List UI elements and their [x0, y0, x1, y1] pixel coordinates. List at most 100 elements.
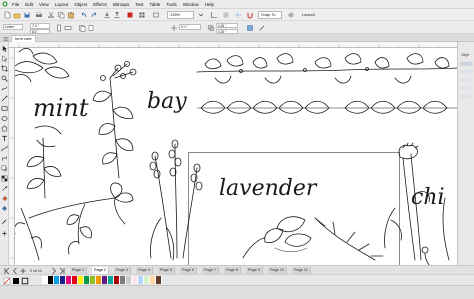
transparency-tool-icon[interactable]: [1, 175, 8, 182]
page-tab-4[interactable]: Page 4: [136, 267, 154, 274]
connector-tool-icon[interactable]: [1, 155, 8, 162]
all-pages-icon[interactable]: [78, 24, 86, 32]
snap-to-dropdown[interactable]: Snap To: [258, 11, 282, 19]
bay-label: bay: [147, 89, 187, 114]
show-rulers-icon[interactable]: [210, 11, 218, 19]
nudge-distance-field[interactable]: 0.1 ": [179, 24, 201, 30]
smart-fill-tool-icon[interactable]: [1, 205, 8, 212]
shape-tool-icon[interactable]: [1, 55, 8, 62]
page-tab-5[interactable]: Page 5: [158, 267, 176, 274]
first-page-icon[interactable]: [3, 267, 10, 275]
paste-icon[interactable]: [67, 11, 75, 19]
menu-window[interactable]: Window: [180, 0, 202, 9]
last-page-icon[interactable]: [58, 267, 65, 275]
parallel-dimension-tool-icon[interactable]: [1, 145, 8, 152]
docker-row[interactable]: [460, 70, 473, 74]
outline-pen-icon[interactable]: [1, 218, 8, 225]
interactive-fill-tool-icon[interactable]: [1, 195, 8, 202]
page-size-select[interactable]: Letter: [3, 24, 23, 30]
publish-pdf-icon[interactable]: [126, 11, 134, 19]
nudge-icon: [170, 24, 177, 31]
print-icon[interactable]: [35, 11, 43, 19]
page-tab-6[interactable]: Page 6: [180, 267, 198, 274]
open-folder-icon[interactable]: [13, 11, 21, 19]
freehand-tool-icon[interactable]: [1, 85, 8, 92]
full-screen-icon[interactable]: [152, 11, 160, 19]
property-bar: Letter 7.0 " 8.5 " Units: inches 0.1 " 0…: [0, 21, 474, 52]
undo-icon[interactable]: [80, 11, 88, 19]
previous-page-icon[interactable]: [11, 267, 17, 275]
next-page-icon[interactable]: [50, 267, 56, 275]
menu-edit[interactable]: Edit: [22, 0, 36, 9]
zoom-level-select[interactable]: 135%: [167, 11, 194, 19]
add-tool-plus-icon[interactable]: [1, 230, 8, 237]
page-tab-2[interactable]: Page 2: [92, 267, 110, 274]
menu-help[interactable]: Help: [202, 0, 217, 9]
crop-tool-icon[interactable]: [1, 65, 8, 72]
page-tab-7[interactable]: Page 7: [202, 267, 220, 274]
export-icon[interactable]: [113, 11, 121, 19]
zoom-dropdown-chevron-down-icon[interactable]: [197, 11, 205, 19]
no-color-icon[interactable]: [3, 277, 11, 285]
menu-bitmaps[interactable]: Bitmaps: [110, 0, 132, 9]
artistic-media-tool-icon[interactable]: [1, 95, 8, 102]
page-tab-3[interactable]: Page 3: [114, 267, 132, 274]
menu-layout[interactable]: Layout: [52, 0, 72, 9]
menu-file[interactable]: File: [9, 0, 22, 9]
tab-menu-icon[interactable]: [2, 35, 9, 41]
page-count: 2 of 11: [30, 268, 42, 273]
import-icon[interactable]: [103, 11, 111, 19]
page-tab-11[interactable]: Page 11: [292, 267, 311, 274]
color-swatch[interactable]: [156, 276, 162, 284]
text-tool-icon[interactable]: [1, 135, 8, 142]
copy-icon[interactable]: [57, 11, 65, 19]
menu-object[interactable]: Object: [71, 0, 90, 9]
zoom-tool-icon[interactable]: [1, 75, 8, 82]
app-launcher-icon[interactable]: [138, 11, 146, 19]
menu-bar: File Edit View Layout Object Effects Bit…: [0, 0, 474, 9]
drop-shadow-tool-icon[interactable]: [1, 165, 8, 172]
garland-stem: [196, 67, 457, 73]
menu-text[interactable]: Text: [132, 0, 146, 9]
landscape-icon[interactable]: [64, 24, 72, 30]
page-tab-8[interactable]: Page 8: [224, 267, 242, 274]
ellipse-tool-icon[interactable]: [1, 115, 8, 122]
lavender-stem-a: [154, 155, 172, 259]
document-tab[interactable]: herb cafe: [11, 35, 36, 42]
page-tab-9[interactable]: Page 9: [246, 267, 264, 274]
portrait-icon[interactable]: [55, 24, 61, 32]
leaf-top-left-a: [15, 61, 44, 74]
show-grid-icon[interactable]: [222, 11, 230, 19]
polygon-tool-icon[interactable]: [1, 125, 8, 132]
docker-row[interactable]: [460, 78, 473, 82]
objects-docker: Obje: [457, 42, 474, 267]
cut-icon[interactable]: [47, 11, 55, 19]
drawing-canvas[interactable]: mint bay lavender chi: [15, 48, 457, 265]
treat-as-filled-icon[interactable]: [246, 24, 253, 31]
rectangle-tool-icon[interactable]: [1, 105, 8, 112]
document-tabs: herb cafe: [0, 34, 474, 42]
menu-effects[interactable]: Effects: [90, 0, 110, 9]
duplicate-x-field[interactable]: 0.25 ": [216, 23, 238, 28]
redo-icon[interactable]: [90, 11, 98, 19]
current-page-icon[interactable]: [87, 24, 94, 31]
menu-tools[interactable]: Tools: [163, 0, 180, 9]
docker-title: Obje: [461, 52, 470, 57]
options-gear-icon[interactable]: [287, 11, 295, 19]
pick-tool-icon[interactable]: [1, 45, 8, 52]
eyedropper-tool-icon[interactable]: [1, 185, 8, 192]
draw-bar-icon[interactable]: [258, 24, 265, 31]
docker-row[interactable]: [460, 62, 473, 66]
launch-button[interactable]: Launch: [300, 11, 322, 19]
save-icon[interactable]: [23, 11, 31, 19]
show-guidelines-icon[interactable]: [234, 11, 242, 19]
menu-table[interactable]: Table: [146, 0, 163, 9]
page-tab-1[interactable]: Page 1: [70, 267, 88, 274]
page-tab-10[interactable]: Page 10: [268, 267, 288, 274]
magnet-icon[interactable]: [246, 11, 254, 19]
new-document-icon[interactable]: [3, 11, 11, 19]
docker-row[interactable]: [460, 86, 473, 90]
add-page-plus-icon[interactable]: [19, 267, 26, 274]
docker-row[interactable]: [460, 94, 473, 98]
menu-view[interactable]: View: [36, 0, 52, 9]
